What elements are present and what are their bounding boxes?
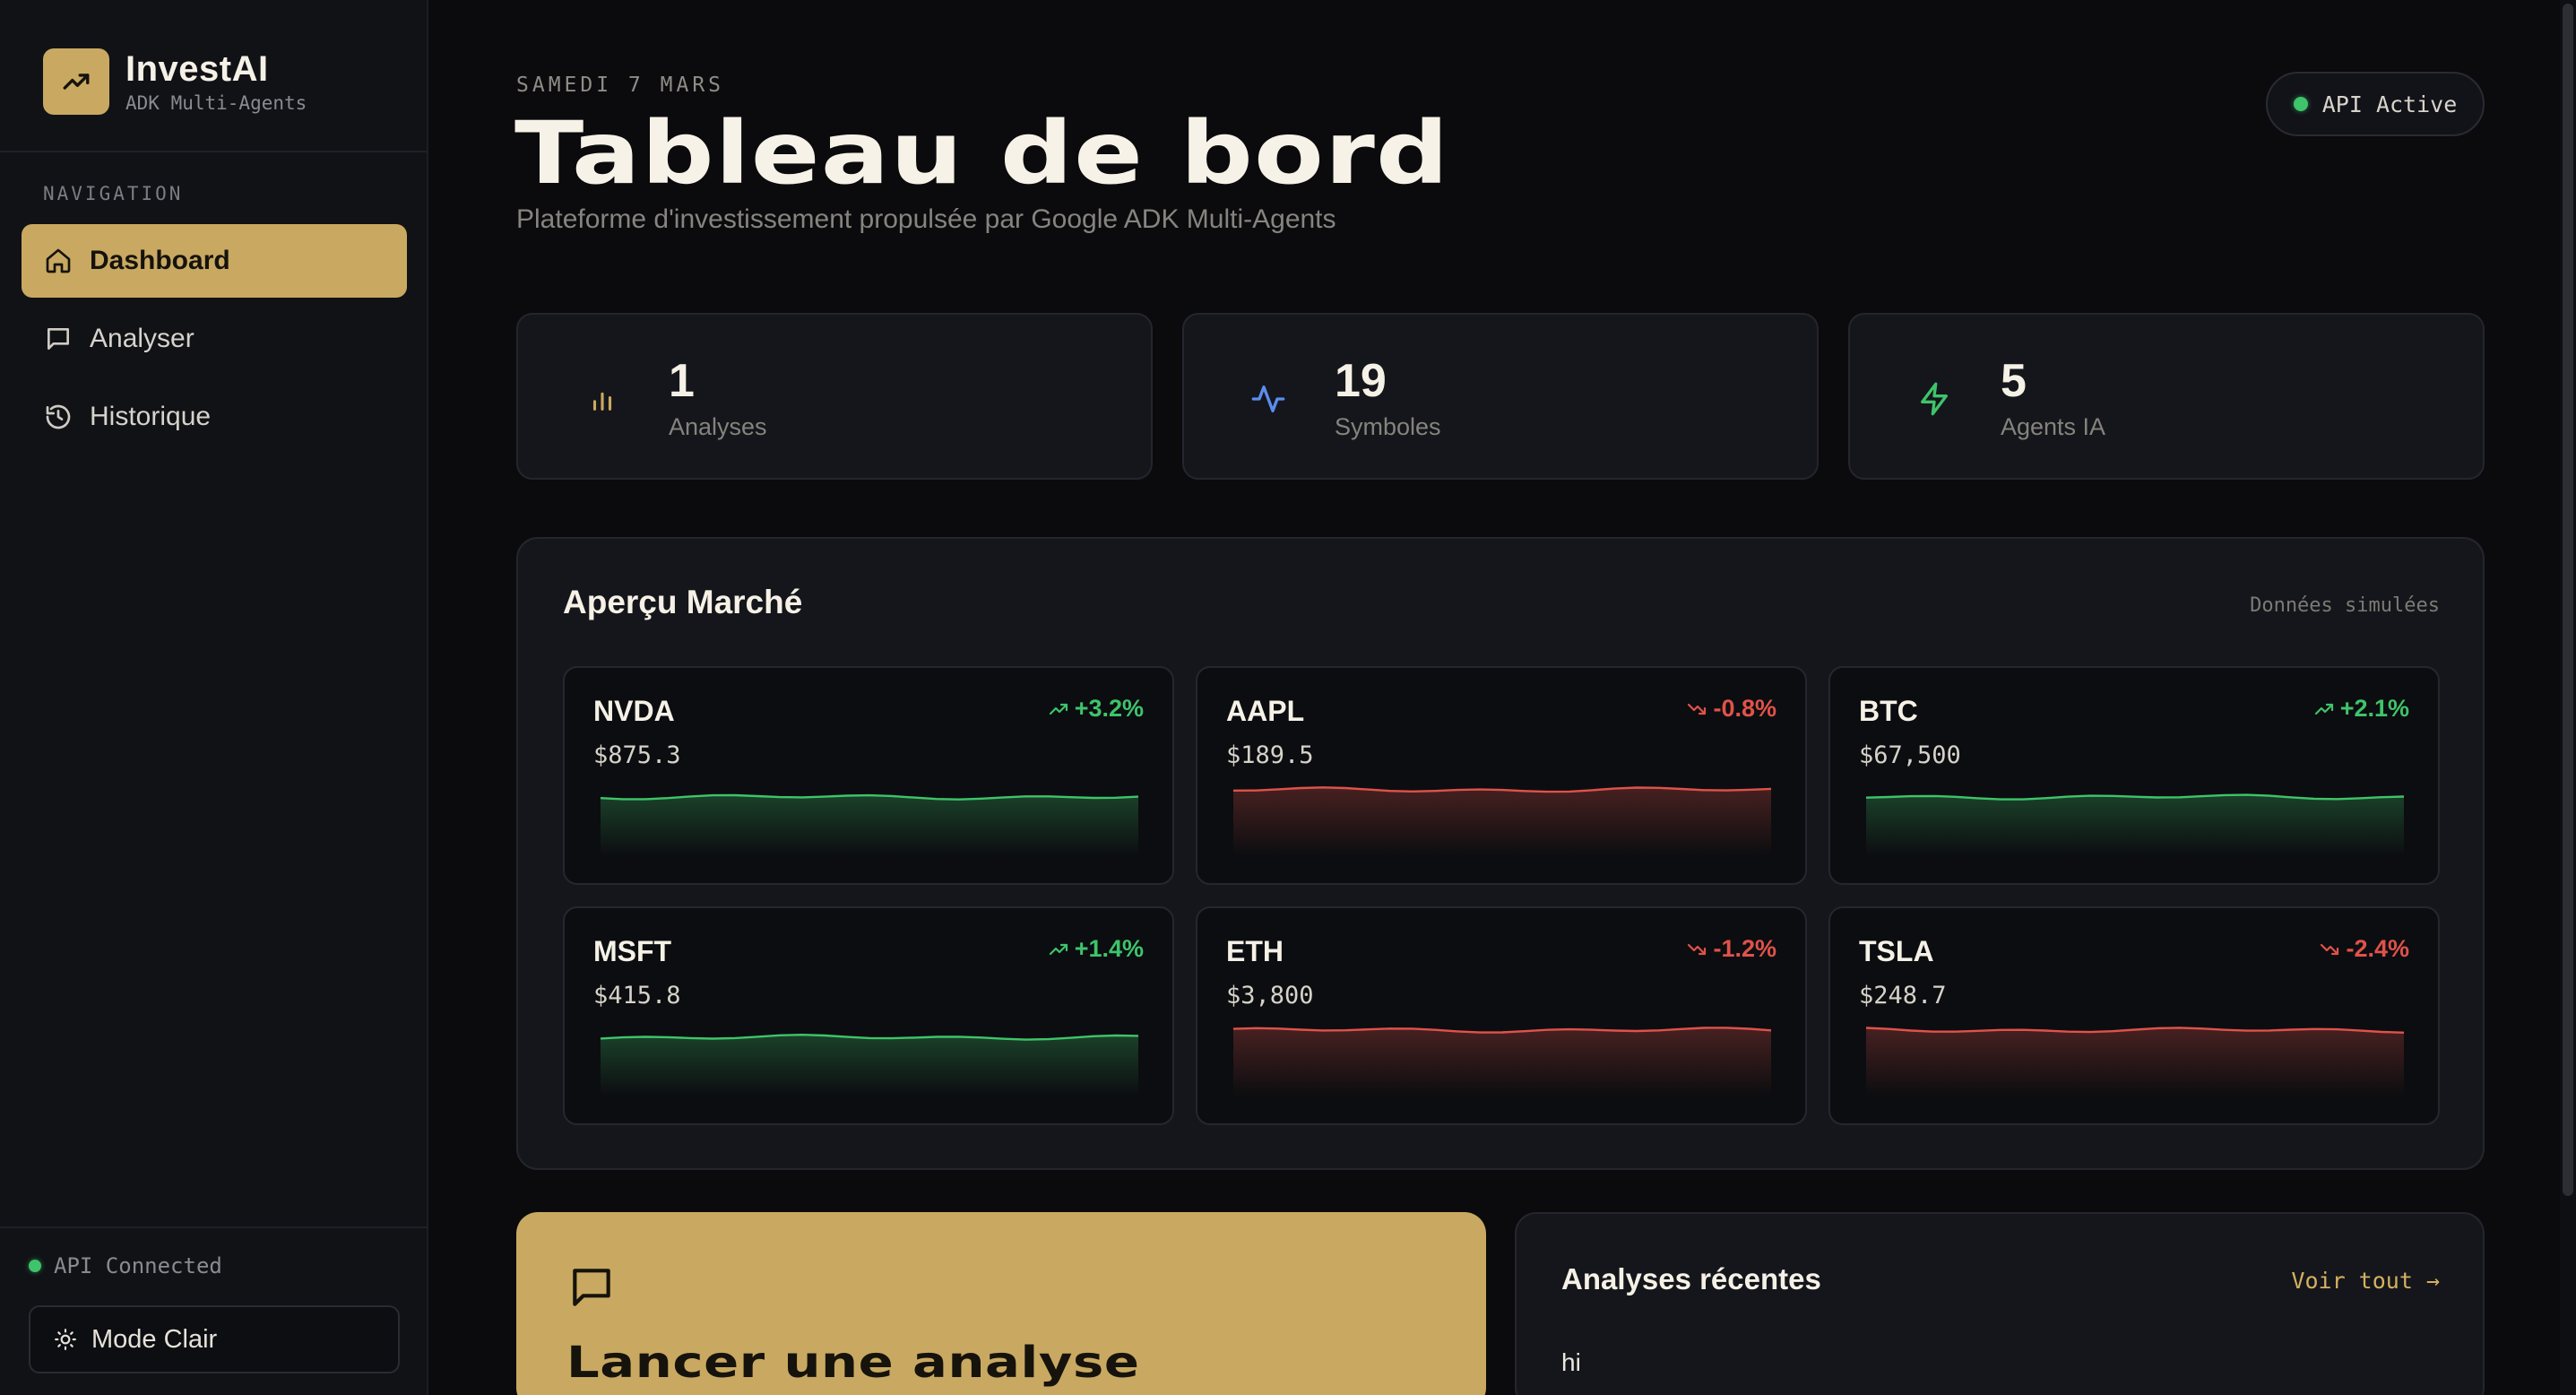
scrollbar-thumb[interactable] — [2563, 4, 2573, 1196]
brand[interactable]: InvestAI ADK Multi-Agents — [43, 48, 307, 115]
message-icon — [566, 1262, 617, 1317]
ticker-symbol: TSLA — [1859, 935, 1934, 967]
ticker-price: $3,800 — [1226, 982, 1314, 1009]
ticker-symbol: ETH — [1226, 935, 1284, 967]
sidebar-item-analyser[interactable]: Analyser — [22, 302, 407, 376]
api-status-text: API Connected — [54, 1253, 222, 1278]
brand-subtitle: ADK Multi-Agents — [125, 92, 307, 114]
recent-analyses-card: Analyses récentes Voir tout → hi — [1515, 1212, 2485, 1395]
ticker-change-value: -0.8% — [1713, 695, 1776, 722]
stat-card-symboles: 19 Symboles — [1182, 313, 1819, 480]
page-scrollbar[interactable] — [2560, 0, 2576, 1395]
api-connection-status: API Connected — [29, 1253, 222, 1278]
trending-up-icon — [1049, 943, 1068, 955]
ticker-change-value: -2.4% — [2346, 935, 2409, 962]
ticker-sparkline — [601, 793, 1138, 856]
ticker-sparkline — [1233, 786, 1771, 856]
ticker-sparkline — [601, 1033, 1138, 1096]
ticker-card[interactable]: AAPL $189.5 -0.8% — [1196, 666, 1807, 885]
ticker-change-value: -1.2% — [1713, 935, 1776, 962]
ticker-sparkline — [1233, 1027, 1771, 1096]
ticker-sparkline — [1866, 793, 2404, 856]
status-dot-icon — [2293, 97, 2308, 111]
home-icon — [43, 246, 73, 276]
ticker-price: $875.3 — [593, 741, 681, 769]
trending-up-icon — [1049, 703, 1068, 715]
activity-icon — [1250, 381, 1286, 417]
ticker-symbol: NVDA — [593, 695, 675, 727]
sidebar-item-dashboard[interactable]: Dashboard — [22, 224, 407, 298]
sidebar-item-label: Analyser — [90, 324, 194, 353]
message-icon — [43, 324, 73, 354]
launch-analysis-title: Lancer une analyse — [566, 1338, 1140, 1388]
trending-down-icon — [2321, 943, 2339, 955]
stat-value: 1 — [669, 355, 695, 407]
sidebar-item-historique[interactable]: Historique — [22, 380, 407, 454]
stat-card-agents: 5 Agents IA — [1848, 313, 2485, 480]
theme-toggle-label: Mode Clair — [91, 1324, 218, 1354]
trending-up-icon — [2314, 703, 2333, 715]
theme-toggle-button[interactable]: Mode Clair — [29, 1305, 400, 1373]
recent-analyses-title: Analyses récentes — [1561, 1262, 1821, 1295]
api-status-badge: API Active — [2266, 72, 2485, 136]
ticker-sparkline — [1866, 1027, 2404, 1096]
ticker-change: -0.8% — [1686, 695, 1776, 723]
ticker-card[interactable]: NVDA $875.3 +3.2% — [563, 666, 1174, 885]
ticker-change: -1.2% — [1686, 935, 1776, 963]
ticker-price: $67,500 — [1859, 741, 1961, 769]
page-subtitle: Plateforme d'investissement propulsée pa… — [516, 204, 1336, 234]
current-date: SAMEDI 7 MARS — [516, 74, 725, 97]
nav-section-label: NAVIGATION — [43, 183, 184, 204]
stat-label: Symboles — [1335, 413, 1441, 440]
market-title: Aperçu Marché — [563, 584, 803, 620]
ticker-symbol: MSFT — [593, 935, 672, 967]
zap-icon — [1916, 381, 1952, 417]
ticker-price: $415.8 — [593, 982, 681, 1009]
recent-analysis-item[interactable]: hi — [1561, 1348, 1581, 1377]
sidebar-item-label: Dashboard — [90, 246, 230, 275]
ticker-change: +1.4% — [1048, 935, 1144, 963]
market-note: Données simulées — [2250, 594, 2440, 617]
ticker-card[interactable]: TSLA $248.7 -2.4% — [1828, 906, 2440, 1125]
ticker-change: -2.4% — [2319, 935, 2409, 963]
page-title: Tableau de bord — [514, 103, 1450, 204]
market-overview-panel: Aperçu Marché Données simulées NVDA $875.… — [516, 537, 2485, 1170]
bar-chart-icon — [584, 381, 620, 417]
sun-icon — [55, 1329, 76, 1350]
ticker-card[interactable]: BTC $67,500 +2.1% — [1828, 666, 2440, 885]
divider — [0, 151, 427, 152]
divider — [0, 1226, 427, 1228]
trending-up-logo-icon — [43, 48, 109, 115]
sidebar-item-label: Historique — [90, 402, 212, 431]
stat-card-analyses: 1 Analyses — [516, 313, 1153, 480]
ticker-price: $248.7 — [1859, 982, 1947, 1009]
brand-title: InvestAI — [125, 49, 269, 89]
ticker-card[interactable]: ETH $3,800 -1.2% — [1196, 906, 1807, 1125]
stat-label: Analyses — [669, 413, 767, 440]
view-all-link[interactable]: Voir tout → — [2291, 1268, 2440, 1294]
ticker-card[interactable]: MSFT $415.8 +1.4% — [563, 906, 1174, 1125]
ticker-change: +3.2% — [1048, 695, 1144, 723]
history-icon — [43, 402, 73, 432]
api-badge-label: API Active — [2321, 91, 2458, 117]
stat-label: Agents IA — [2001, 413, 2106, 440]
ticker-change-value: +3.2% — [1074, 695, 1144, 722]
trending-down-icon — [1688, 943, 1707, 955]
ticker-symbol: BTC — [1859, 695, 1918, 727]
ticker-price: $189.5 — [1226, 741, 1314, 769]
sidebar-nav: Dashboard Analyser Historique — [22, 224, 407, 458]
trending-down-icon — [1688, 703, 1707, 715]
ticker-change-value: +1.4% — [1074, 935, 1144, 962]
sidebar: InvestAI ADK Multi-Agents NAVIGATION Das… — [0, 0, 428, 1395]
ticker-change-value: +2.1% — [2339, 695, 2409, 722]
launch-analysis-card[interactable]: Lancer une analyse — [516, 1212, 1486, 1395]
stat-value: 5 — [2001, 355, 2027, 407]
ticker-change: +2.1% — [2313, 695, 2409, 723]
status-dot-icon — [29, 1260, 41, 1272]
stat-value: 19 — [1335, 355, 1387, 407]
ticker-symbol: AAPL — [1226, 695, 1305, 727]
